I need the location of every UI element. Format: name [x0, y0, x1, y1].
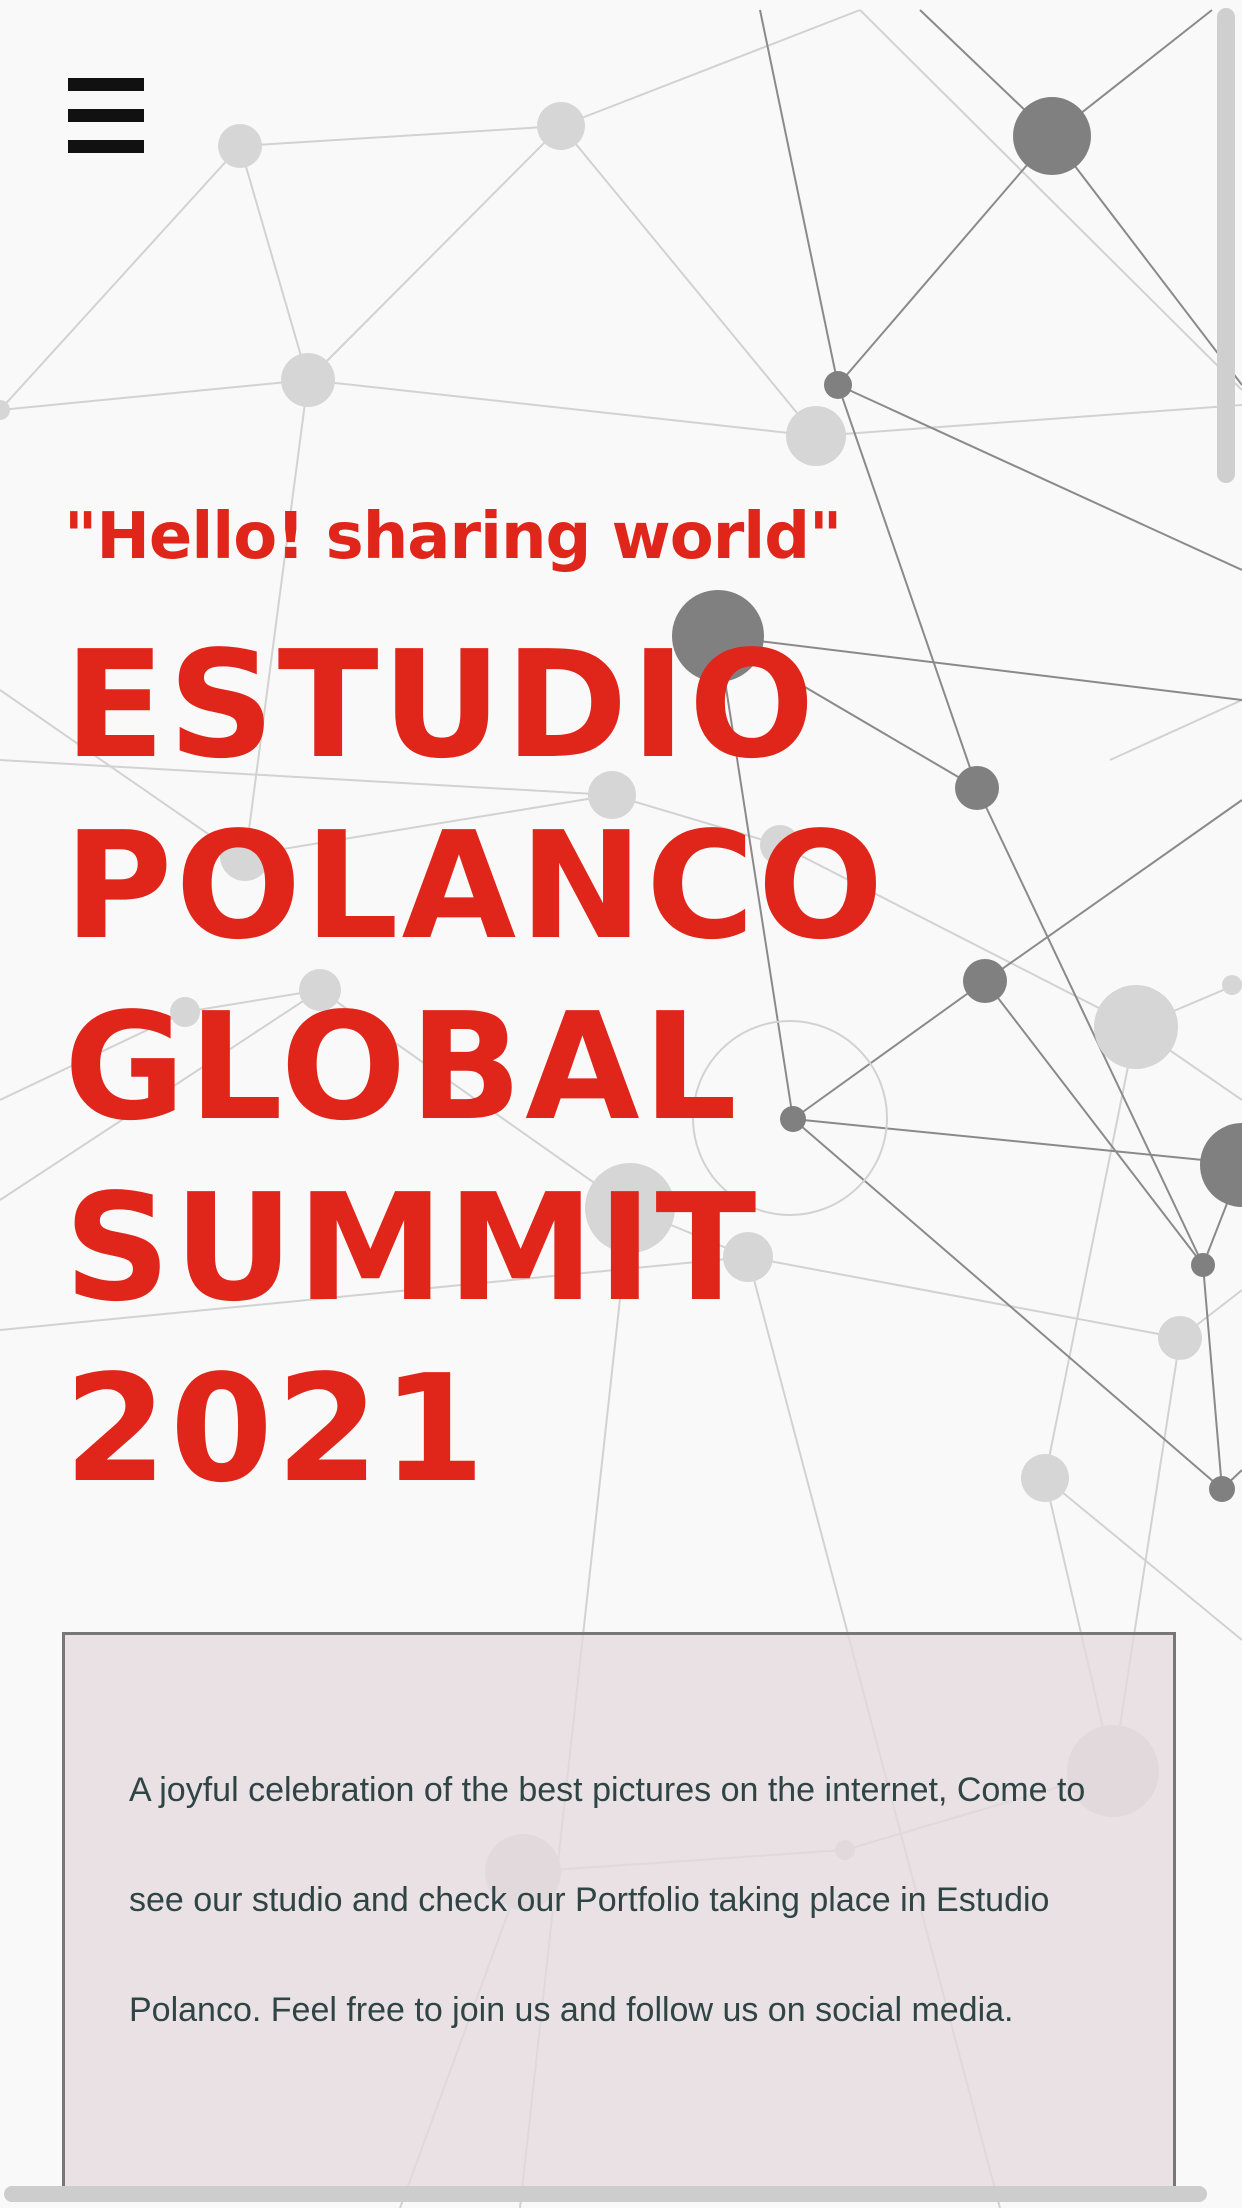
headline-line: SUMMIT	[64, 1162, 760, 1334]
intro-box: A joyful celebration of the best picture…	[62, 1632, 1176, 2202]
headline-line: ESTUDIO	[64, 619, 818, 791]
hamburger-menu-icon-bar	[68, 140, 144, 153]
hamburger-menu-icon-bar	[68, 109, 144, 122]
menu-button[interactable]	[68, 78, 144, 154]
hero-tagline: "Hello! sharing world"	[64, 500, 842, 574]
horizontal-scrollbar[interactable]	[4, 2186, 1207, 2202]
hero-headline: ESTUDIO POLANCO GLOBAL SUMMIT 2021	[64, 615, 886, 1520]
hamburger-menu-icon	[68, 78, 144, 91]
headline-line: 2021	[64, 1343, 488, 1515]
headline-line: POLANCO	[64, 800, 887, 972]
page: "Hello! sharing world" ESTUDIO POLANCO G…	[0, 0, 1242, 2208]
vertical-scrollbar[interactable]	[1217, 8, 1235, 483]
headline-line: GLOBAL	[64, 981, 740, 1153]
intro-text: A joyful celebration of the best picture…	[129, 1771, 1086, 2029]
